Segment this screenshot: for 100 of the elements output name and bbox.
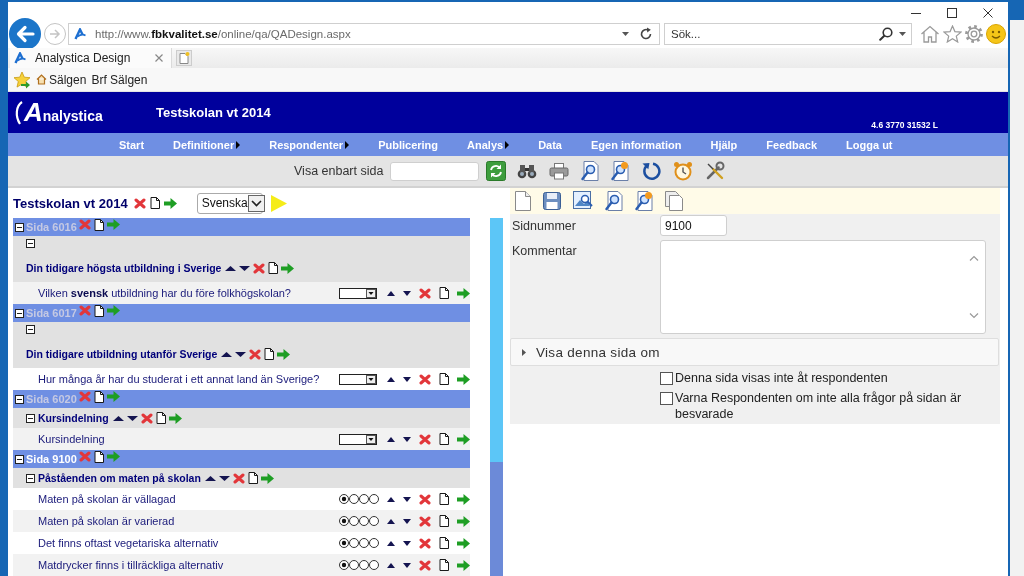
radio-button[interactable]: [339, 538, 349, 548]
document-icon[interactable]: [155, 412, 166, 424]
radio-button[interactable]: [359, 538, 369, 548]
triangle-up-icon[interactable]: [387, 518, 395, 524]
minus-box-icon[interactable]: [15, 394, 24, 404]
circular-arrow-icon[interactable]: [641, 161, 662, 181]
close-icon[interactable]: [983, 8, 993, 18]
document-magnifier-badge-icon[interactable]: [635, 191, 653, 211]
triangle-up-icon[interactable]: [387, 436, 395, 442]
scrollbar[interactable]: [490, 218, 503, 576]
radio-button[interactable]: [339, 560, 349, 570]
radio-button[interactable]: [349, 560, 359, 570]
delete-icon[interactable]: [419, 537, 431, 549]
settings-icon[interactable]: [965, 25, 983, 43]
radio-button[interactable]: [359, 516, 369, 526]
document-icon[interactable]: [93, 391, 104, 403]
triangle-down-icon[interactable]: [403, 436, 411, 442]
radio-button[interactable]: [349, 538, 359, 548]
document-icon[interactable]: [93, 451, 104, 463]
radio-button[interactable]: [339, 516, 349, 526]
triangle-down-icon[interactable]: [403, 290, 411, 296]
document-icon[interactable]: [264, 348, 275, 360]
star-icon[interactable]: [943, 25, 962, 43]
minus-box-icon[interactable]: [26, 413, 35, 423]
search-input[interactable]: Sök...: [665, 25, 879, 43]
scrollbar-thumb[interactable]: [490, 462, 503, 576]
document-icon[interactable]: [439, 433, 449, 445]
triangle-down-icon[interactable]: [235, 351, 247, 357]
delete-icon[interactable]: [419, 515, 431, 527]
address-field[interactable]: http://www.fbkvalitet.se/online/qa/QADesign.aspx: [68, 23, 660, 45]
triangle-down-icon[interactable]: [126, 415, 138, 421]
question-row[interactable]: Vilken svensk utbildning har du före folkhögskolan?: [13, 282, 470, 304]
chevron-down-icon[interactable]: [247, 194, 265, 212]
minus-box-icon[interactable]: [26, 473, 35, 483]
minus-box-icon[interactable]: [26, 325, 35, 334]
minus-box-icon[interactable]: [15, 222, 24, 232]
triangle-up-icon[interactable]: [387, 540, 395, 546]
document-magnifier-badge-icon[interactable]: [611, 161, 630, 181]
triangle-up-icon[interactable]: [112, 415, 124, 421]
back-icon[interactable]: [9, 18, 41, 50]
arrow-right-icon[interactable]: [457, 537, 470, 549]
radio-button[interactable]: [349, 516, 359, 526]
caret-down-icon[interactable]: [622, 32, 629, 36]
document-icon[interactable]: [247, 472, 258, 484]
search-field[interactable]: Sök...: [664, 23, 912, 45]
triangle-up-icon[interactable]: [221, 351, 233, 357]
triangle-down-icon[interactable]: [403, 496, 411, 502]
group-header[interactable]: Påståenden om maten på skolan: [13, 468, 470, 488]
triangle-down-icon[interactable]: [403, 376, 411, 382]
radio-button[interactable]: [349, 494, 359, 504]
triangle-up-icon[interactable]: [387, 562, 395, 568]
triangle-up-icon[interactable]: [387, 496, 395, 502]
arrow-right-icon[interactable]: [457, 373, 470, 385]
triangle-up-icon[interactable]: [387, 290, 395, 296]
document-magnifier-icon[interactable]: [581, 161, 600, 181]
arrow-right-icon[interactable]: [457, 287, 470, 299]
image-magnifier-icon[interactable]: [573, 191, 593, 211]
star-arrow-icon[interactable]: [13, 70, 31, 89]
minus-box-icon[interactable]: [26, 239, 35, 248]
arrow-right-icon[interactable]: [457, 559, 470, 571]
document-icon[interactable]: [93, 219, 104, 231]
triangle-up-icon[interactable]: [225, 265, 237, 271]
page-filter-field[interactable]: [390, 161, 480, 181]
document-icon[interactable]: [439, 515, 449, 527]
document-magnifier-icon[interactable]: [605, 191, 623, 211]
document-icon[interactable]: [93, 305, 104, 317]
arrow-right-icon[interactable]: [457, 515, 470, 527]
alarm-clock-icon[interactable]: [673, 161, 694, 181]
document-icon[interactable]: [149, 197, 160, 209]
minimize-icon[interactable]: [911, 12, 921, 14]
delete-icon[interactable]: [419, 493, 431, 505]
question-row[interactable]: Kursindelning: [13, 428, 470, 450]
smiley-icon[interactable]: [986, 24, 1006, 44]
minus-box-icon[interactable]: [15, 308, 24, 318]
minus-box-icon[interactable]: [15, 454, 24, 464]
delete-icon[interactable]: [419, 559, 431, 571]
tools-icon[interactable]: [705, 161, 726, 181]
delete-icon[interactable]: [419, 287, 431, 299]
page-number-field[interactable]: 9100: [660, 215, 727, 236]
document-icon[interactable]: [439, 287, 449, 299]
favorite-link[interactable]: Sälgen: [36, 72, 87, 87]
search-icon[interactable]: [879, 27, 893, 41]
radio-button[interactable]: [359, 560, 369, 570]
triangle-down-icon[interactable]: [403, 518, 411, 524]
arrow-right-icon[interactable]: [457, 493, 470, 505]
triangle-down-icon[interactable]: [403, 562, 411, 568]
triangle-up-icon[interactable]: [387, 376, 395, 382]
question-row[interactable]: Maten på skolan är varierad: [13, 510, 470, 532]
copy-icon[interactable]: [665, 191, 683, 211]
caret-down-icon[interactable]: [899, 32, 906, 36]
document-icon[interactable]: [439, 373, 449, 385]
radio-button[interactable]: [369, 494, 379, 504]
radio-button[interactable]: [369, 538, 379, 548]
question-row[interactable]: Matdrycker finns i tillräckliga alternativ: [13, 554, 470, 576]
maximize-icon[interactable]: [947, 8, 957, 18]
triangle-down-icon[interactable]: [239, 265, 251, 271]
browser-tab[interactable]: Analystica Design: [10, 48, 172, 68]
new-tab-icon[interactable]: [176, 50, 192, 66]
triangle-down-icon[interactable]: [218, 475, 230, 481]
home-icon[interactable]: [920, 25, 940, 43]
